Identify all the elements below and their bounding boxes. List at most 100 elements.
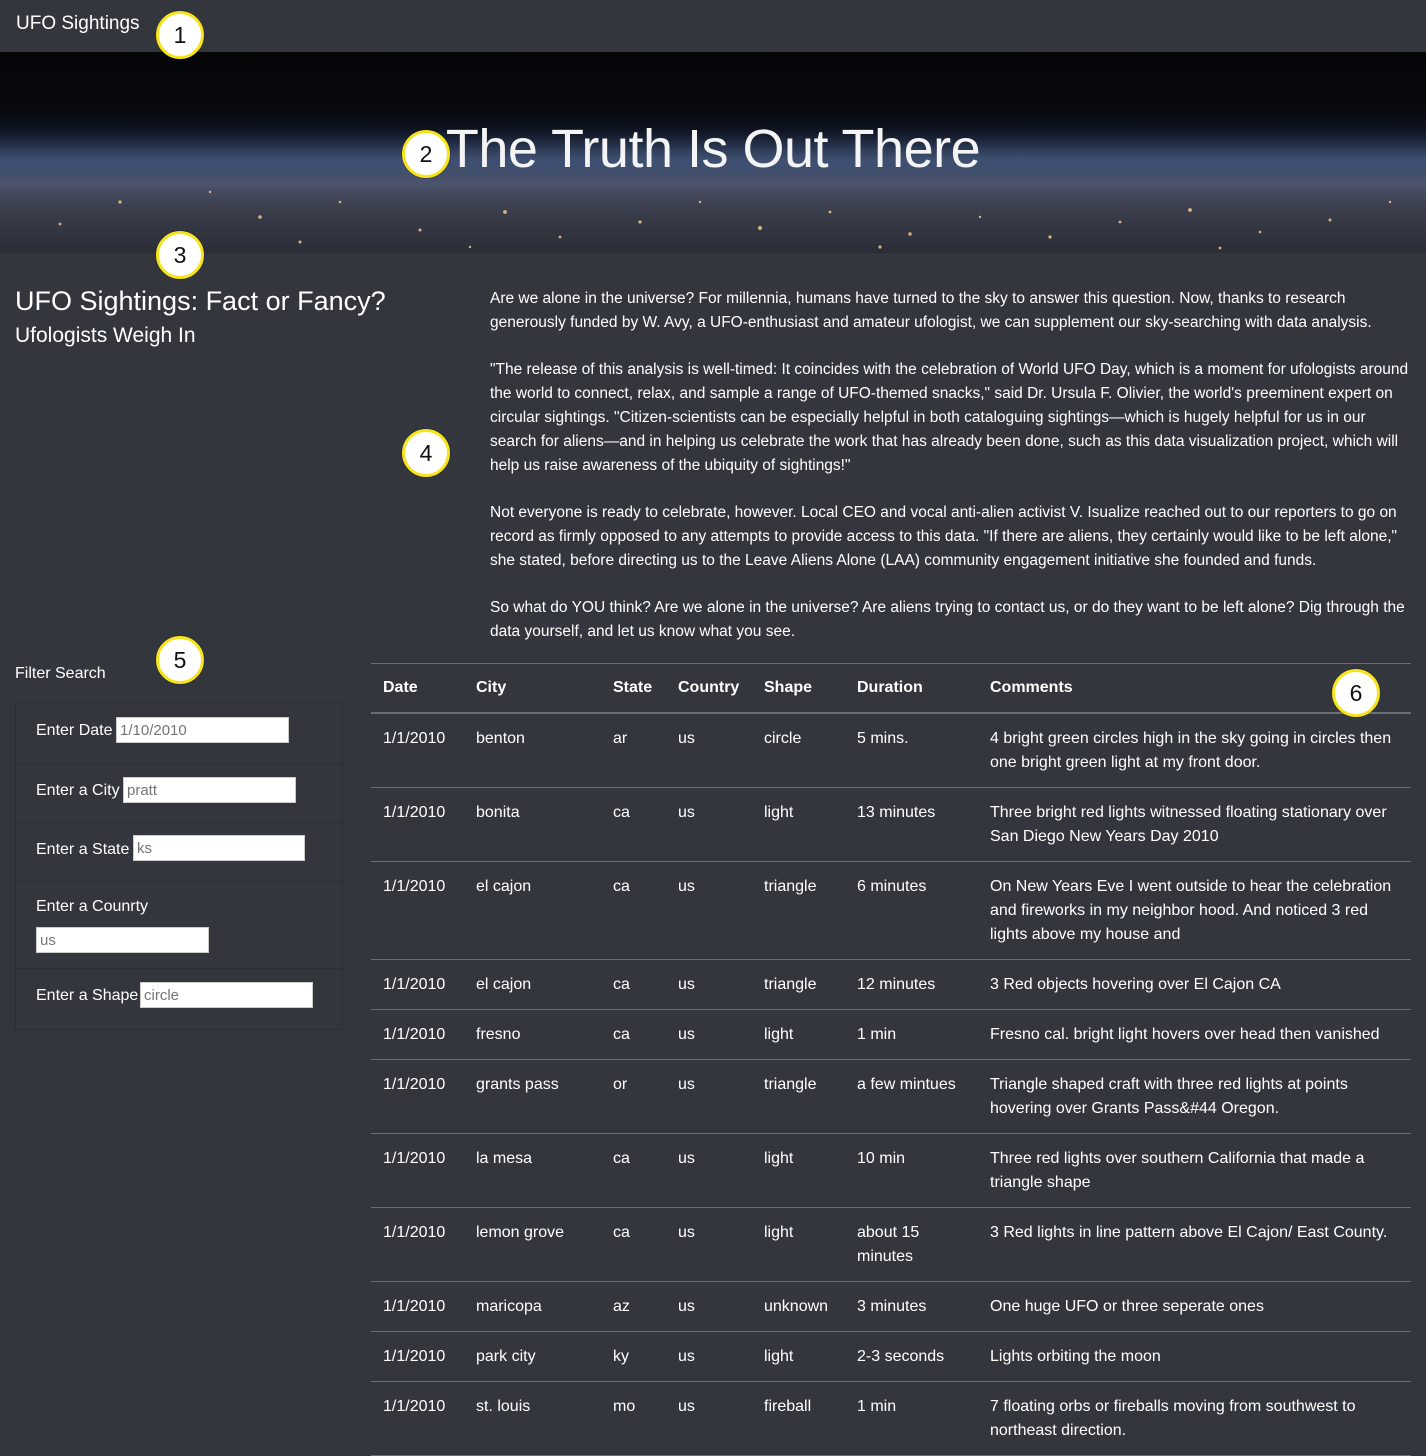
cell-duration: 3 minutes xyxy=(845,1281,978,1332)
cell-duration: 12 minutes xyxy=(845,959,978,1010)
cell-country: us xyxy=(666,1281,752,1332)
cell-date: 1/1/2010 xyxy=(371,713,464,788)
cell-duration: about 15 minutes xyxy=(845,1207,978,1282)
cell-city: el cajon xyxy=(464,959,601,1010)
city-input[interactable] xyxy=(123,777,296,803)
cell-state: az xyxy=(601,1281,666,1332)
cell-city: bonita xyxy=(464,787,601,862)
filter-label-state: Enter a State xyxy=(36,841,130,858)
cell-country: us xyxy=(666,1059,752,1134)
cell-duration: 5 mins. xyxy=(845,713,978,788)
table-row: 1/1/2010 la mesa ca us light 10 min Three red … xyxy=(371,1133,1411,1208)
shape-input[interactable] xyxy=(140,982,313,1008)
cell-duration: 13 minutes xyxy=(845,787,978,862)
cell-country: us xyxy=(666,713,752,788)
table-row: 1/1/2010 st. louis mo us fireball 1 min 7 floa… xyxy=(371,1381,1411,1456)
cell-city: benton xyxy=(464,713,601,788)
cell-state: ca xyxy=(601,959,666,1010)
navbar-brand[interactable]: UFO Sightings xyxy=(16,13,140,35)
cell-date: 1/1/2010 xyxy=(371,787,464,862)
cell-comments: 4 bright green circles high in the sky g… xyxy=(978,713,1411,788)
table-header-row: Date City State Country Shape Duration C… xyxy=(371,663,1411,714)
filter-item-state: Enter a State xyxy=(16,822,342,882)
cell-shape: circle xyxy=(752,713,845,788)
table-row: 1/1/2010 lemon grove ca us light about 15 min… xyxy=(371,1207,1411,1282)
cell-date: 1/1/2010 xyxy=(371,1133,464,1208)
cell-shape: light xyxy=(752,1133,845,1208)
filter-item-city: Enter a City xyxy=(16,763,342,823)
table-row: 1/1/2010 fresno ca us light 1 min Fresno cal. … xyxy=(371,1009,1411,1060)
ufo-table: Date City State Country Shape Duration C… xyxy=(371,663,1411,1456)
cell-comments: 3 Red lights in line pattern above El Ca… xyxy=(978,1207,1411,1282)
cell-country: us xyxy=(666,959,752,1010)
filter-panel: Enter Date Enter a City Enter a State En… xyxy=(15,702,343,1030)
filter-item-country: Enter a Counrty xyxy=(16,881,342,969)
cell-city: la mesa xyxy=(464,1133,601,1208)
cell-state: ca xyxy=(601,1207,666,1282)
cell-shape: light xyxy=(752,787,845,862)
cell-shape: light xyxy=(752,1009,845,1060)
table-body: 1/1/2010 benton ar us circle 5 mins. 4 bright … xyxy=(371,713,1411,1456)
hero-title: The Truth Is Out There xyxy=(445,119,981,179)
cell-comments: One huge UFO or three seperate ones xyxy=(978,1281,1411,1332)
cell-shape: triangle xyxy=(752,959,845,1010)
cell-duration: 1 min xyxy=(845,1381,978,1456)
filter-label-shape: Enter a Shape xyxy=(36,987,139,1004)
table-row: 1/1/2010 el cajon ca us triangle 6 minutes On … xyxy=(371,861,1411,960)
cell-comments: Three red lights over southern Californi… xyxy=(978,1133,1411,1208)
column-header-country[interactable]: Country xyxy=(666,663,752,714)
cell-state: ca xyxy=(601,1133,666,1208)
cell-shape: light xyxy=(752,1331,845,1382)
filter-item-date: Enter Date xyxy=(16,703,342,764)
column-header-state[interactable]: State xyxy=(601,663,666,714)
filter-label-city: Enter a City xyxy=(36,782,120,799)
table-row: 1/1/2010 park city ky us light 2-3 seconds Lig… xyxy=(371,1331,1411,1382)
annotation-badge-1: 1 xyxy=(156,11,204,59)
filter-label-date: Enter Date xyxy=(36,722,113,739)
navbar: UFO Sightings xyxy=(0,0,1426,52)
cell-comments: On New Years Eve I went outside to hear … xyxy=(978,861,1411,960)
article-paragraph: Are we alone in the universe? For millen… xyxy=(490,290,1372,331)
annotation-badge-5: 5 xyxy=(156,636,204,684)
cell-country: us xyxy=(666,1381,752,1456)
cell-date: 1/1/2010 xyxy=(371,861,464,960)
table-row: 1/1/2010 benton ar us circle 5 mins. 4 bright … xyxy=(371,713,1411,788)
ufo-table-container: Date City State Country Shape Duration C… xyxy=(371,663,1411,1456)
cell-date: 1/1/2010 xyxy=(371,1381,464,1456)
column-header-date[interactable]: Date xyxy=(371,663,464,714)
column-header-shape[interactable]: Shape xyxy=(752,663,845,714)
cell-date: 1/1/2010 xyxy=(371,1207,464,1282)
filter-heading: Filter Search xyxy=(15,665,106,682)
table-row: 1/1/2010 bonita ca us light 13 minutes Three b… xyxy=(371,787,1411,862)
annotation-badge-6: 6 xyxy=(1332,669,1380,717)
date-input[interactable] xyxy=(116,717,289,743)
cell-city: st. louis xyxy=(464,1381,601,1456)
cell-country: us xyxy=(666,1009,752,1060)
cell-comments: Three bright red lights witnessed floati… xyxy=(978,787,1411,862)
filter-label-country: Enter a Counrty xyxy=(36,898,149,915)
column-header-duration[interactable]: Duration xyxy=(845,663,978,714)
article-paragraph: So what do YOU think? Are we alone in th… xyxy=(490,599,1405,640)
cell-duration: 10 min xyxy=(845,1133,978,1208)
cell-comments: 7 floating orbs or fireballs moving from… xyxy=(978,1381,1411,1456)
page-title: UFO Sightings: Fact or Fancy? xyxy=(15,286,386,316)
cell-comments: Fresno cal. bright light hovers over hea… xyxy=(978,1009,1411,1060)
cell-state: or xyxy=(601,1059,666,1134)
cell-state: ca xyxy=(601,1009,666,1060)
cell-city: lemon grove xyxy=(464,1207,601,1282)
cell-country: us xyxy=(666,1331,752,1382)
cell-date: 1/1/2010 xyxy=(371,1059,464,1134)
state-input[interactable] xyxy=(133,835,305,861)
country-input[interactable] xyxy=(36,927,209,953)
cell-shape: unknown xyxy=(752,1281,845,1332)
cell-city: grants pass xyxy=(464,1059,601,1134)
page-subtitle: Ufologists Weigh In xyxy=(15,324,196,347)
cell-duration: 1 min xyxy=(845,1009,978,1060)
cell-shape: light xyxy=(752,1207,845,1282)
cell-comments: 3 Red objects hovering over El Cajon CA xyxy=(978,959,1411,1010)
column-header-city[interactable]: City xyxy=(464,663,601,714)
cell-duration: 6 minutes xyxy=(845,861,978,960)
cell-shape: triangle xyxy=(752,861,845,960)
cell-state: mo xyxy=(601,1381,666,1456)
article-paragraph: Not everyone is ready to celebrate, howe… xyxy=(490,504,1398,569)
